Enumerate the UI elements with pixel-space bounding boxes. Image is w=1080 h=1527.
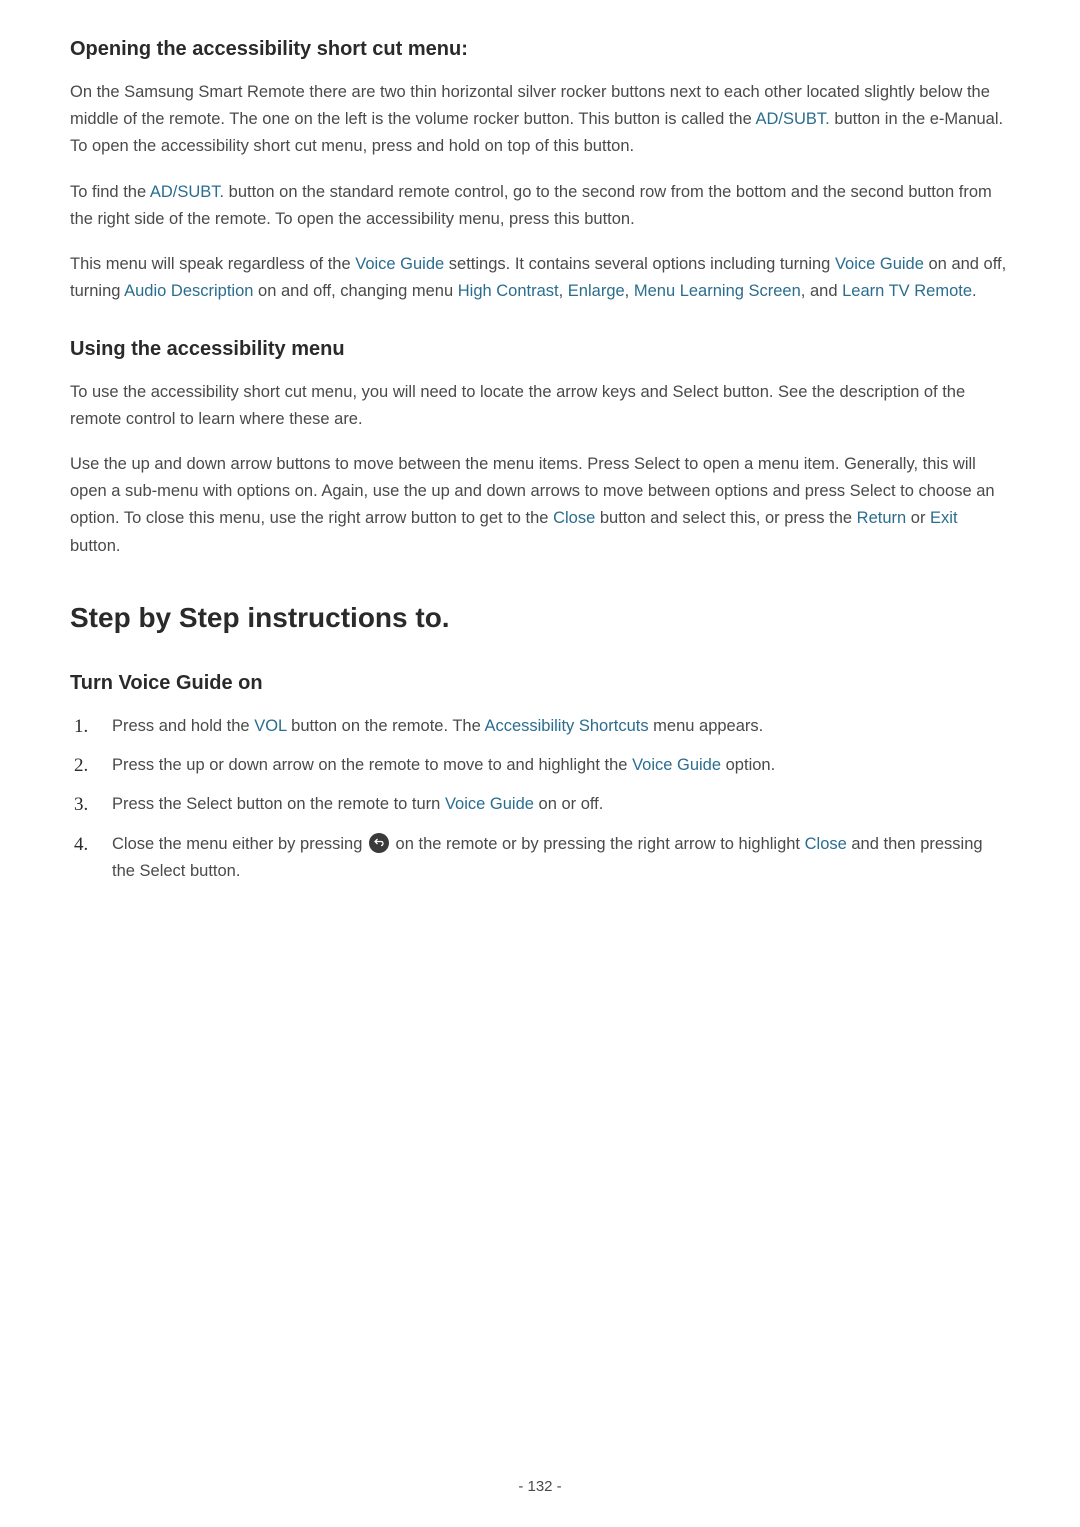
term-return: Return [857,509,907,527]
term-learn-tv-remote: Learn TV Remote [842,282,972,300]
section-turn-voice-guide-on: Turn Voice Guide on Press and hold the V… [70,672,1010,885]
paragraph: To use the accessibility short cut menu,… [70,379,1010,433]
ordered-list: Press and hold the VOL button on the rem… [70,713,1010,885]
term-exit: Exit [930,509,958,527]
term-ad-subt: AD/SUBT. [755,110,829,128]
term-audio-description: Audio Description [124,282,253,300]
paragraph: On the Samsung Smart Remote there are tw… [70,79,1010,161]
paragraph: Use the up and down arrow buttons to mov… [70,451,1010,560]
list-item: Close the menu either by pressing on the… [106,831,1010,885]
return-icon [369,833,389,853]
heading-turn-voice-guide: Turn Voice Guide on [70,672,1010,695]
term-voice-guide: Voice Guide [632,756,721,774]
list-item: Press and hold the VOL button on the rem… [106,713,1010,740]
term-high-contrast: High Contrast [458,282,559,300]
paragraph: This menu will speak regardless of the V… [70,251,1010,305]
paragraph: To find the AD/SUBT. button on the stand… [70,179,1010,233]
heading-opening-shortcut: Opening the accessibility short cut menu… [70,38,1010,61]
term-ad-subt: AD/SUBT. [150,183,224,201]
term-vol: VOL [254,717,286,735]
term-voice-guide: Voice Guide [445,795,534,813]
term-menu-learning-screen: Menu Learning Screen [634,282,801,300]
page-number: - 132 - [0,1478,1080,1495]
term-enlarge: Enlarge [568,282,625,300]
term-close: Close [805,835,847,853]
list-item: Press the Select button on the remote to… [106,791,1010,818]
section-using-accessibility-menu: Using the accessibility menu To use the … [70,338,1010,560]
term-voice-guide: Voice Guide [355,255,444,273]
heading-using-accessibility: Using the accessibility menu [70,338,1010,361]
list-item: Press the up or down arrow on the remote… [106,752,1010,779]
term-close: Close [553,509,595,527]
heading-step-by-step: Step by Step instructions to. [70,602,1010,634]
term-voice-guide: Voice Guide [835,255,924,273]
section-opening-shortcut-menu: Opening the accessibility short cut menu… [70,38,1010,306]
term-accessibility-shortcuts: Accessibility Shortcuts [484,717,648,735]
